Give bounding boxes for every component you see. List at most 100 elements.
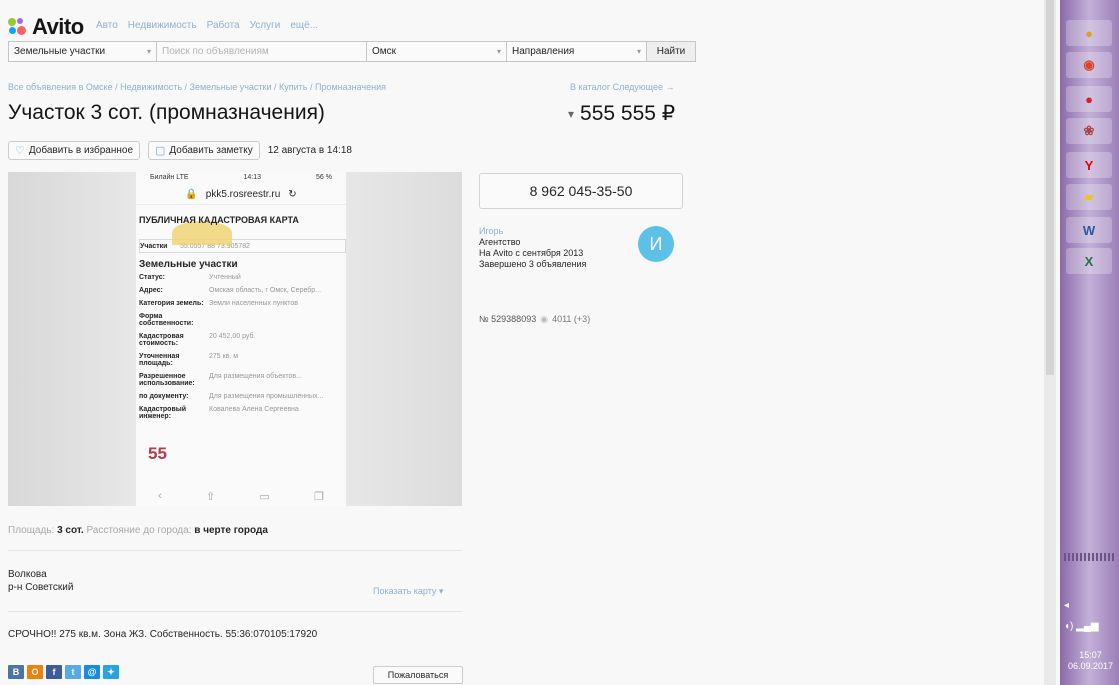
nav-auto[interactable]: Авто (96, 20, 118, 31)
avito-logo[interactable]: Avito (8, 14, 84, 40)
attr-value: Для размещения объектов... (209, 373, 302, 380)
taskbar-grip[interactable] (1064, 553, 1114, 561)
clock-date: 06.09.2017 (1067, 661, 1114, 671)
lock-icon: 🔒 (185, 189, 198, 200)
params: Площадь: 3 сот. Расстояние до города: в … (8, 525, 268, 536)
add-favorite-button[interactable]: ♡ Добавить в избранное (8, 141, 141, 160)
tray-expand-icon[interactable]: ◂ (1064, 600, 1099, 611)
nav-realty[interactable]: Недвижимость (128, 20, 197, 31)
section-title: Земельные участки (139, 259, 238, 270)
breadcrumb[interactable]: Все объявления в Омске / Недвижимость / … (8, 82, 386, 92)
phone-status-bar: Билайн LTE 14:13 56 % (136, 172, 346, 185)
attr-value: Учтенный (209, 274, 241, 281)
divider (8, 550, 462, 551)
seller-since: На Avito с сентября 2013 (479, 248, 584, 258)
city-select[interactable]: Омск ▾ (367, 42, 507, 61)
attr-row: Разрешенное использование: Для размещения… (139, 373, 346, 387)
description: СРОЧНО!! 275 кв.м. Зона ЖЗ. Собственност… (8, 629, 318, 640)
social-share-button[interactable]: t (65, 665, 81, 679)
avatar[interactable]: И (638, 226, 674, 262)
add-note-button[interactable]: ▢ Добавить заметку (148, 141, 260, 160)
attr-value: Земли населенных пунктов (209, 300, 299, 307)
address-line2: р-н Советский (8, 582, 74, 593)
nav-services[interactable]: Услуги (250, 20, 281, 31)
taskbar-opera[interactable]: ● (1066, 86, 1112, 112)
seller-info: Игорь Агентство На Avito с сентября 2013… (479, 226, 586, 270)
chevron-down-icon: ▾ (146, 47, 151, 56)
category-select[interactable]: Земельные участки ▾ (9, 42, 157, 61)
catalog-next-links[interactable]: В каталог Следующее → (570, 82, 675, 92)
distance-value: в черте города (194, 525, 268, 536)
social-share-button[interactable]: О (27, 665, 43, 679)
show-map-link[interactable]: Показать карту ▾ (373, 586, 443, 597)
search-placeholder: Поиск по объявлениям (162, 46, 269, 57)
address: Волкова р-н Советский (8, 568, 73, 594)
phone-url-bar: 🔒 pkk5.rosreestr.ru ↻ (136, 185, 346, 205)
social-share-button[interactable]: В (8, 665, 24, 679)
nav-jobs[interactable]: Работа (207, 20, 240, 31)
listing-photo[interactable]: Билайн LTE 14:13 56 % 🔒 pkk5.rosreestr.r… (8, 172, 462, 506)
excel-icon: X (1084, 253, 1094, 269)
nav-more[interactable]: ещё... (290, 20, 318, 31)
address-line1: Волкова (8, 569, 47, 580)
seller-name[interactable]: Игорь (479, 226, 586, 237)
attr-key: Категория земель: (139, 300, 204, 307)
attr-row: Кадастровый инженер: Ковалева Алена Серге… (139, 406, 346, 420)
taskbar-excel[interactable]: X (1066, 248, 1112, 274)
phone-url: pkk5.rosreestr.ru (205, 189, 281, 200)
attr-key: Статус: (139, 274, 165, 281)
social-share-button[interactable]: @ (84, 665, 100, 679)
taskbar: ● ◉ ● ❀ Y ▰ W X ◂ ◖) ▂▄▆ 15:07 06.09.201… (1060, 0, 1119, 685)
ad-views: 4011 (+3) (552, 314, 591, 324)
scrollbar-thumb[interactable] (1046, 0, 1054, 375)
logo-text: Avito (32, 14, 84, 39)
reload-icon: ↻ (288, 189, 297, 200)
price-value: 555 555 ₽ (580, 102, 676, 125)
taskbar-explorer[interactable]: ▰ (1066, 184, 1112, 210)
search-bar: Земельные участки ▾ Поиск по объявлениям… (8, 41, 696, 62)
attr-key: Кадастровый инженер: (139, 406, 187, 420)
tray: ◂ ◖) ▂▄▆ (1064, 600, 1099, 632)
attr-key: по документу: (139, 393, 189, 400)
app-circle-icon: ● (1085, 25, 1093, 41)
word-icon: W (1082, 222, 1096, 238)
area-value: 3 сот. (57, 525, 84, 536)
social-share-button[interactable]: f (46, 665, 62, 679)
eye-icon: ◉ (540, 314, 549, 324)
taskbar-yandex[interactable]: Y (1066, 152, 1112, 178)
search-input[interactable]: Поиск по объявлениям (157, 42, 367, 61)
price-dropdown-icon[interactable]: ▾ (568, 107, 574, 121)
complain-button[interactable]: Пожаловаться (373, 666, 463, 684)
chevron-down-icon: ▾ (496, 47, 501, 56)
clock[interactable]: 15:07 06.09.2017 (1062, 650, 1119, 672)
taskbar-app-1[interactable]: ● (1066, 20, 1112, 46)
volume-signal-icon[interactable]: ◖) ▂▄▆ (1064, 621, 1099, 632)
note-icon: ▢ (155, 145, 166, 157)
social-share: В Оf t @ ✦ (8, 665, 119, 679)
ad-meta: № 529388093 ◉ 4011 (+3) (479, 314, 590, 325)
attr-row: Статус: Учтенный (139, 274, 346, 281)
direction-select[interactable]: Направления ▾ (507, 42, 647, 61)
attr-value: Ковалева Алена Сергеевна (209, 406, 299, 413)
chrome-icon: ◉ (1083, 57, 1095, 72)
carrier: Билайн LTE (150, 174, 189, 181)
attr-rows: Статус: Учтенный Адрес: Омская область, г О… (136, 274, 346, 420)
phone-number-button[interactable]: 8 962 045-35-50 (479, 173, 683, 209)
taskbar-word[interactable]: W (1066, 217, 1112, 243)
attr-row: по документу: Для размещения промышленных… (139, 393, 346, 400)
photo-blur-left (8, 172, 136, 506)
tabs-icon: ❐ (314, 490, 324, 503)
logo-dots-icon (8, 18, 26, 36)
social-share-button[interactable]: ✦ (103, 665, 119, 679)
taskbar-chrome[interactable]: ◉ (1066, 52, 1112, 78)
attr-value: 20 452,00 руб. (209, 333, 256, 340)
attr-row: Кадастровая стоимость: 20 452,00 руб. (139, 333, 346, 347)
attr-key: Форма собственности: (139, 313, 194, 327)
seller-type: Агентство (479, 237, 521, 247)
add-favorite-label: Добавить в избранное (28, 145, 134, 156)
map-title-text: ПУБЛИЧНАЯ КАДАСТРОВАЯ КАРТА (139, 215, 299, 225)
find-button[interactable]: Найти (647, 42, 695, 61)
attr-key: Разрешенное использование: (139, 373, 195, 387)
taskbar-app-4[interactable]: ❀ (1066, 118, 1112, 144)
chevron-down-icon: ▾ (636, 47, 641, 56)
